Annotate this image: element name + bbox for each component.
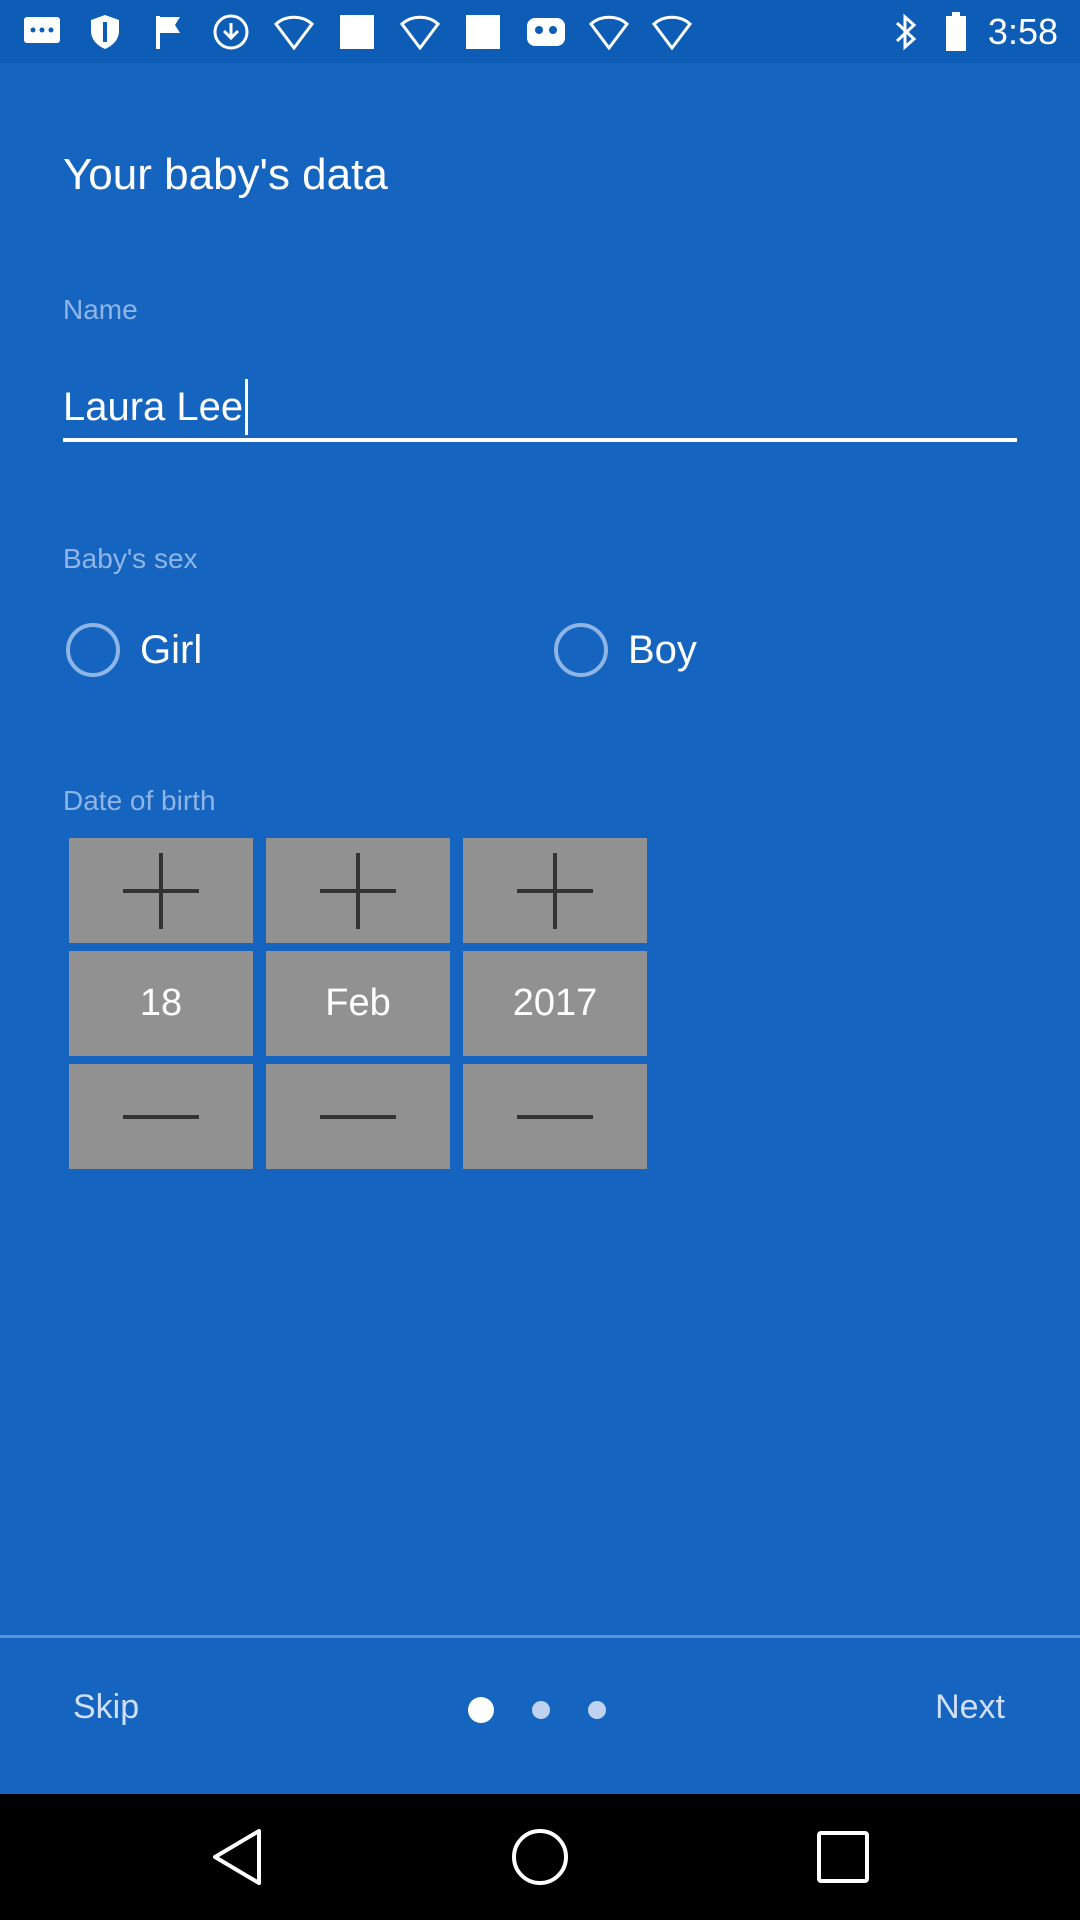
radio-girl-label: Girl — [140, 627, 203, 672]
name-label: Name — [63, 294, 138, 325]
year-value[interactable]: 2017 — [463, 951, 647, 1056]
day-value[interactable]: 18 — [69, 951, 253, 1056]
bluetooth-icon — [888, 12, 924, 52]
home-icon[interactable] — [505, 1822, 575, 1892]
skip-button[interactable]: Skip — [73, 1688, 139, 1727]
year-decrement-button[interactable] — [463, 1064, 647, 1169]
minus-icon — [517, 1114, 593, 1119]
radio-boy-label: Boy — [628, 627, 697, 672]
dob-label: Date of birth — [63, 785, 216, 816]
plus-icon — [123, 852, 199, 929]
text-caret — [245, 379, 249, 435]
radio-circle-icon — [66, 623, 120, 677]
next-button[interactable]: Next — [935, 1688, 1005, 1727]
day-spinner: 18 — [69, 838, 253, 1169]
day-increment-button[interactable] — [69, 838, 253, 943]
plus-icon — [320, 852, 396, 929]
sex-label: Baby's sex — [63, 543, 198, 574]
message-icon — [22, 12, 62, 52]
wifi-icon — [400, 12, 440, 52]
radio-girl[interactable]: Girl — [66, 620, 202, 680]
month-value[interactable]: Feb — [266, 951, 450, 1056]
year-increment-button[interactable] — [463, 838, 647, 943]
wifi-icon — [274, 12, 314, 52]
radio-circle-icon — [554, 623, 608, 677]
notification-icons — [22, 12, 715, 52]
year-spinner: 2017 — [463, 838, 647, 1169]
system-nav-bar — [0, 1794, 1080, 1920]
flag-icon — [148, 12, 188, 52]
page-indicator — [468, 1697, 606, 1723]
status-time: 3:58 — [987, 11, 1058, 52]
name-field[interactable]: Laura Lee — [63, 376, 1017, 442]
shield-icon — [85, 12, 125, 52]
back-icon[interactable] — [202, 1822, 272, 1892]
day-decrement-button[interactable] — [69, 1064, 253, 1169]
minus-icon — [320, 1114, 396, 1119]
plus-icon — [517, 852, 593, 929]
page-dot-active — [468, 1697, 494, 1723]
recents-icon[interactable] — [808, 1822, 878, 1892]
status-bar: 3:58 — [0, 0, 1080, 63]
square-icon — [463, 12, 503, 52]
page-title: Your baby's data — [63, 150, 388, 199]
month-decrement-button[interactable] — [266, 1064, 450, 1169]
page-dot — [588, 1701, 606, 1719]
minus-icon — [123, 1114, 199, 1119]
radio-boy[interactable]: Boy — [554, 620, 697, 680]
download-icon — [211, 12, 251, 52]
battery-icon — [938, 12, 974, 52]
month-increment-button[interactable] — [266, 838, 450, 943]
system-status: 3:58 — [874, 10, 1058, 54]
wifi-icon — [652, 12, 692, 52]
bot-icon — [526, 12, 566, 52]
square-icon — [337, 12, 377, 52]
page-dot — [532, 1701, 550, 1719]
month-spinner: Feb — [266, 838, 450, 1169]
wifi-icon — [589, 12, 629, 52]
name-value: Laura Lee — [63, 384, 244, 429]
